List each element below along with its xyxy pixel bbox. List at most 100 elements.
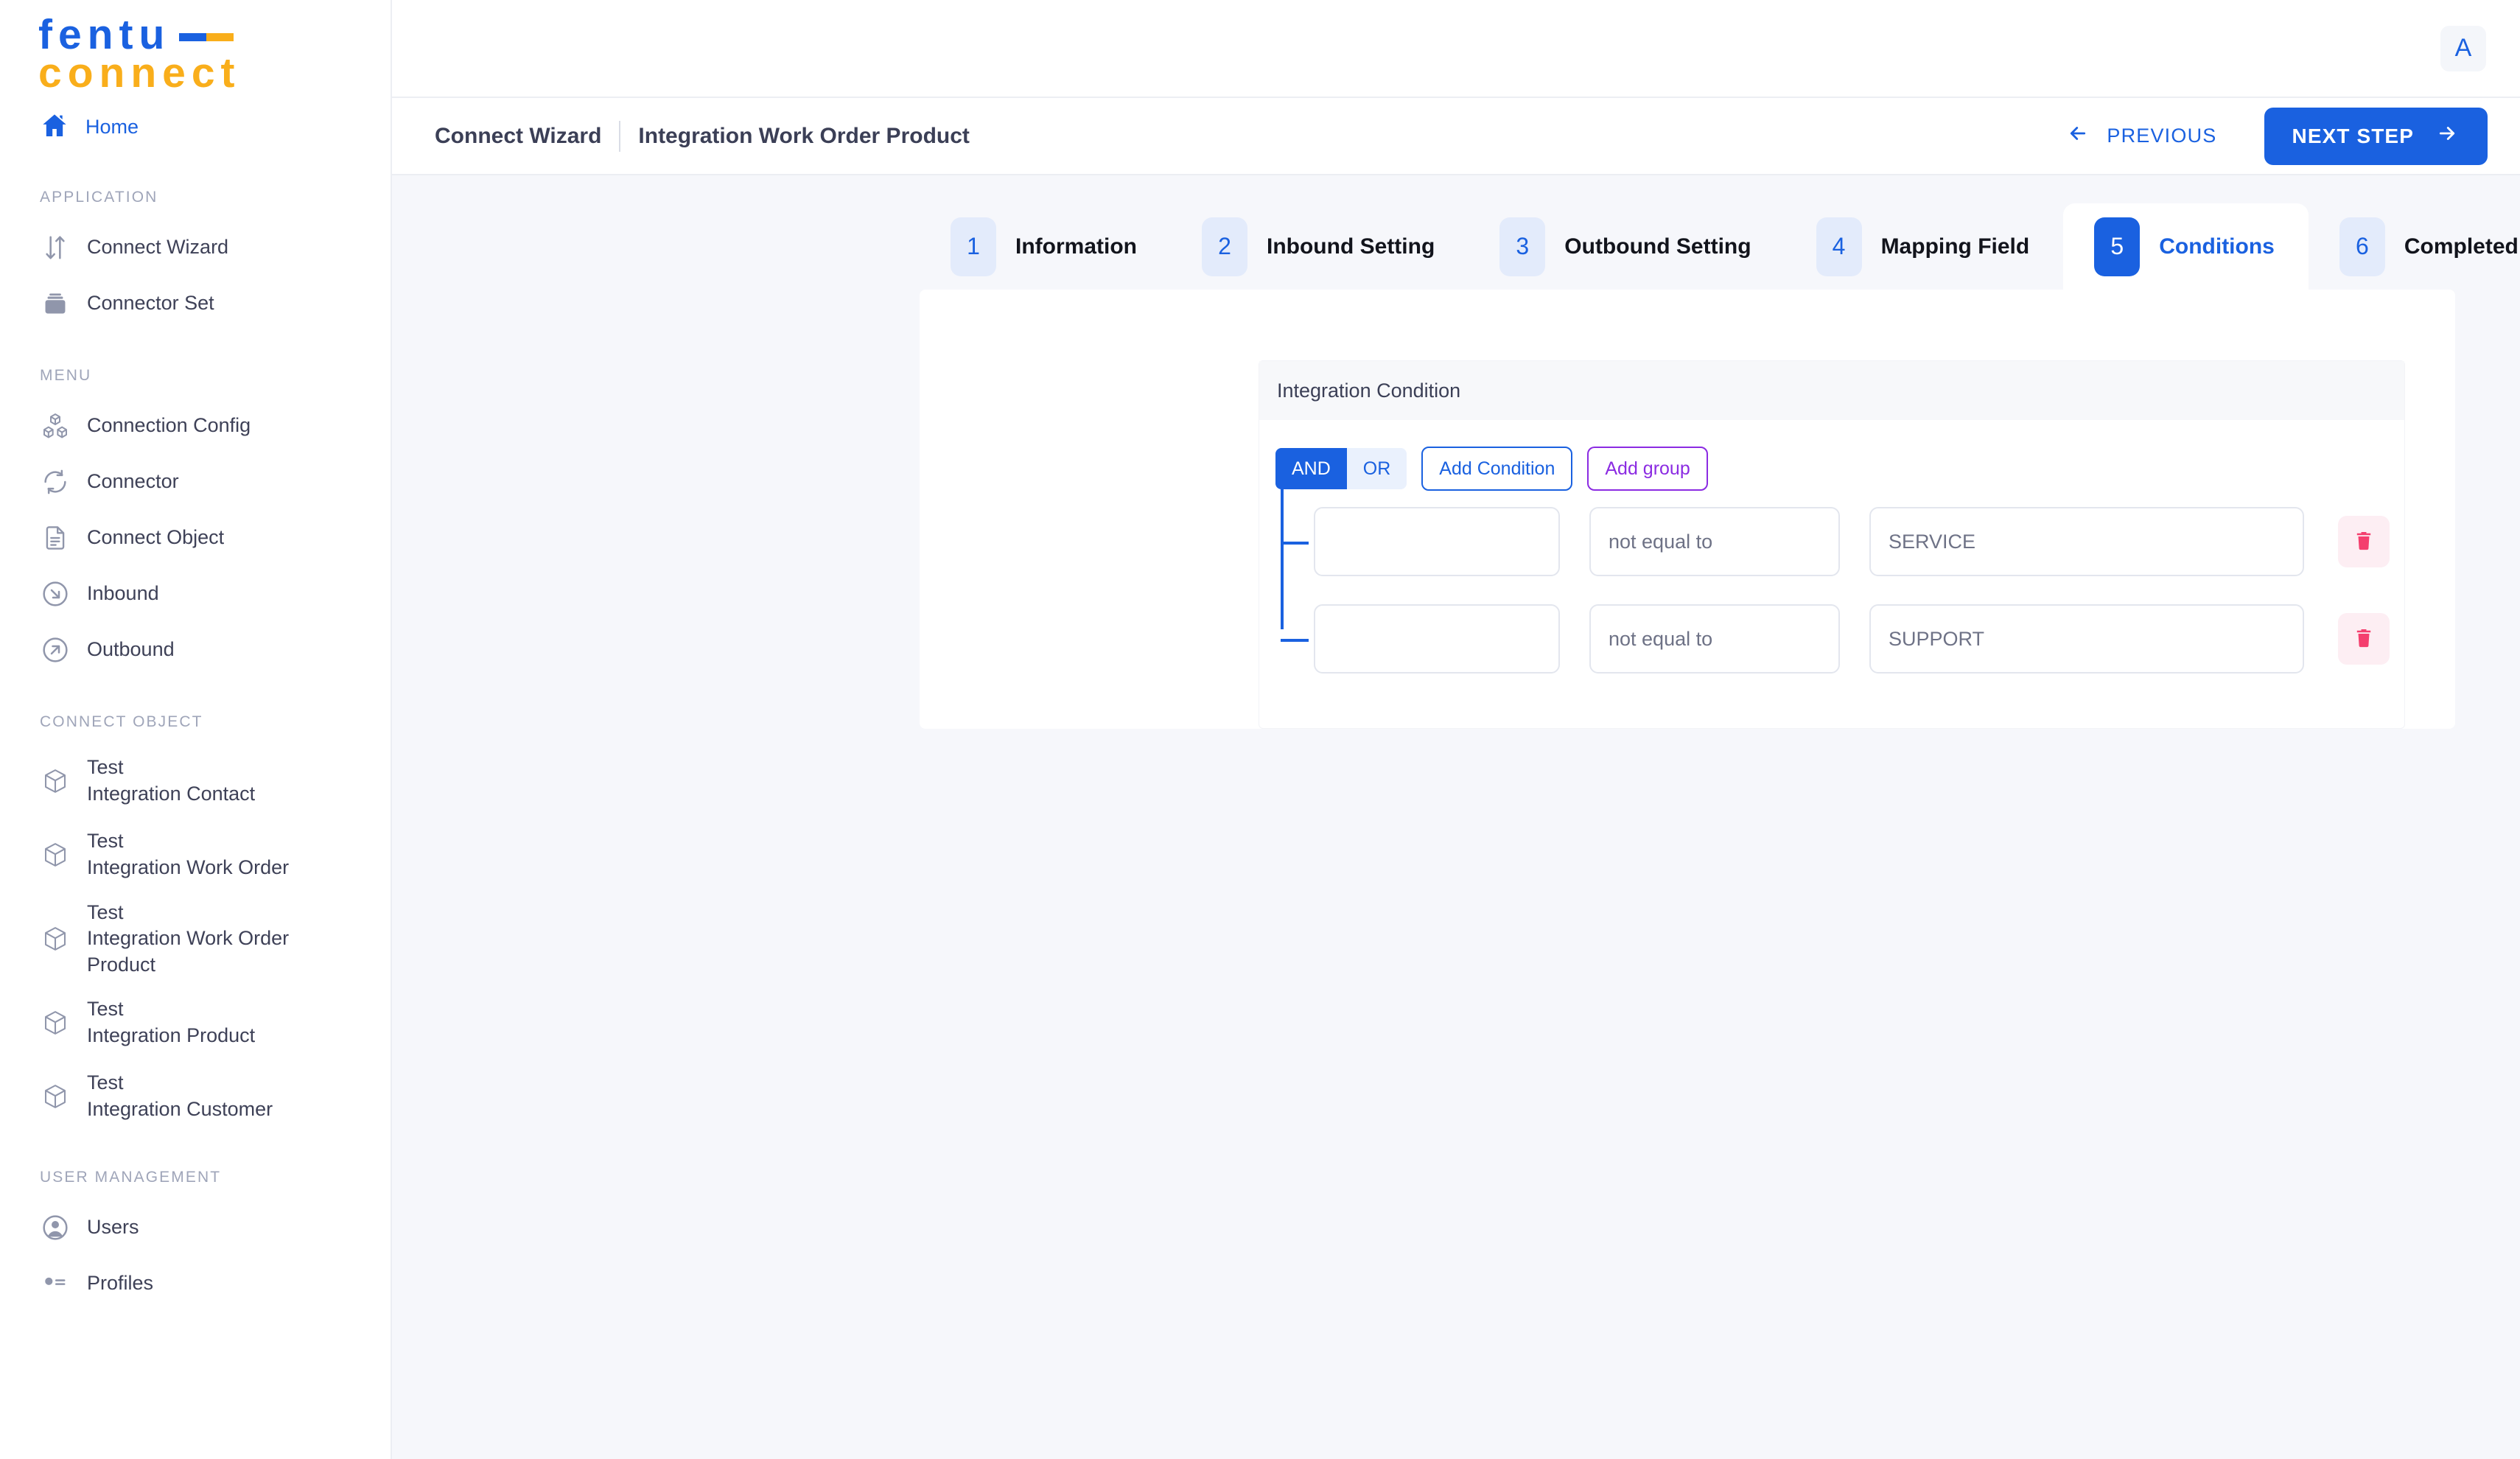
sidebar-item-connect-object-label: Connect Object [87,526,225,549]
avatar[interactable]: A [2440,25,2486,71]
sidebar-item-label-line1: Test [87,756,124,779]
condition-operator-input[interactable]: not equal to [1589,507,1840,576]
wizard-step-5-label: Conditions [2159,234,2275,259]
breadcrumb-bar: Connect Wizard Integration Work Order Pr… [392,98,2520,175]
wizard-step-5-number: 5 [2094,217,2141,276]
sidebar-item-label-line3: Product [87,953,156,976]
conditions-card: Integration Condition AND OR Add Conditi… [920,290,2455,729]
sidebar-item-connector-label: Connector [87,470,179,493]
condition-controls: AND OR Add Condition Add group [1275,447,2404,491]
condition-value-input[interactable]: SUPPORT [1869,604,2304,673]
previous-button-label: PREVIOUS [2107,125,2217,147]
previous-button[interactable]: PREVIOUS [2052,115,2230,157]
brand-logo-line2: connect [38,49,241,97]
integration-condition-panel: Integration Condition AND OR Add Conditi… [1259,360,2405,729]
logic-toggle: AND OR [1275,448,1407,489]
wizard-step-2[interactable]: 2 Inbound Setting [1171,203,1469,290]
condition-row: not equal to SERVICE [1281,501,2404,582]
sidebar-item-profiles-label: Profiles [87,1272,154,1295]
cube-icon [40,1081,71,1112]
condition-field-input[interactable] [1314,507,1560,576]
document-icon [40,522,71,553]
sidebar-item-outbound[interactable]: Outbound [0,622,391,678]
sidebar-item-connect-object[interactable]: Connect Object [0,510,391,566]
sidebar-item-test-integration-work-order-product[interactable]: Test Integration Work Order Product [0,892,391,986]
condition-operator-input[interactable]: not equal to [1589,604,1840,673]
wizard-step-4-label: Mapping Field [1880,234,2030,259]
condition-field-input[interactable] [1314,604,1560,673]
brand-dash-icon [179,32,234,41]
stack-icon [40,288,71,319]
wizard-step-2-number: 2 [1202,217,1247,276]
sidebar-item-users-label: Users [87,1216,139,1239]
sidebar-item-label-line2: Integration Work Order [87,927,290,950]
integration-condition-title: Integration Condition [1259,361,2404,420]
sidebar-item-test-integration-product[interactable]: Test Integration Product [0,986,391,1060]
sidebar-section-menu: MENU [40,367,92,384]
sidebar-item-home[interactable]: Home [0,100,391,153]
wizard-step-1-number: 1 [951,217,996,276]
sidebar-item-label-line2: Integration Customer [87,1098,273,1120]
sidebar-item-label-line1: Test [87,1071,124,1094]
wizard-step-1[interactable]: 1 Information [920,203,1171,290]
arrow-up-right-circle-icon [40,634,71,665]
transfer-arrows-icon [40,232,71,263]
sidebar-item-connection-config-label: Connection Config [87,414,251,437]
sidebar-item-connection-config[interactable]: Connection Config [0,398,391,454]
home-icon [40,111,69,144]
sidebar-item-test-integration-contact[interactable]: Test Integration Contact [0,744,391,818]
next-step-button[interactable]: NEXT STEP [2264,107,2488,165]
breadcrumb-parent[interactable]: Connect Wizard [435,124,601,149]
cube-icon [40,766,71,797]
sidebar-item-test-integration-work-order[interactable]: Test Integration Work Order [0,818,391,892]
wizard-step-6-label: Completed [2404,234,2519,259]
sidebar: fentu connect Home APPLICATION Connect W… [0,0,392,1459]
arrow-right-icon [2435,122,2460,150]
wizard-step-2-label: Inbound Setting [1267,234,1435,259]
sidebar-item-test-integration-customer[interactable]: Test Integration Customer [0,1060,391,1133]
app-root: fentu connect Home APPLICATION Connect W… [0,0,2520,1459]
wizard-step-5[interactable]: 5 Conditions [2063,203,2309,290]
wizard-step-3[interactable]: 3 Outbound Setting [1469,203,1785,290]
sidebar-item-connector-set[interactable]: Connector Set [0,276,391,332]
sidebar-item-users[interactable]: Users [0,1200,391,1256]
condition-row: not equal to SUPPORT [1281,598,2404,679]
sidebar-section-connect-object: CONNECT OBJECT [40,713,203,730]
sidebar-item-connector[interactable]: Connector [0,454,391,510]
content-area: 1 Information 2 Inbound Setting 3 Outbou… [392,175,2520,1459]
sidebar-item-connect-wizard[interactable]: Connect Wizard [0,220,391,276]
cube-icon [40,839,71,870]
condition-tree-tick [1281,639,1309,642]
wizard-step-4-number: 4 [1816,217,1862,276]
wizard-steps: 1 Information 2 Inbound Setting 3 Outbou… [392,203,2520,290]
arrow-left-icon [2065,122,2090,150]
sidebar-item-inbound[interactable]: Inbound [0,566,391,622]
sidebar-item-home-label: Home [85,115,139,138]
wizard-step-6[interactable]: 6 Completed [2309,203,2520,290]
arrow-down-right-circle-icon [40,578,71,609]
sidebar-item-label-line1: Test [87,998,124,1021]
delete-condition-button[interactable] [2338,516,2390,567]
sidebar-item-label-line2: Integration Product [87,1024,256,1046]
condition-tree-tick [1281,542,1309,545]
sidebar-item-inbound-label: Inbound [87,582,159,605]
sidebar-item-profiles[interactable]: Profiles [0,1256,391,1312]
next-step-button-label: NEXT STEP [2292,124,2414,147]
wizard-step-4[interactable]: 4 Mapping Field [1785,203,2064,290]
sidebar-item-label-line1: Test [87,830,124,853]
cube-icon [40,923,71,954]
sidebar-item-connector-set-label: Connector Set [87,292,214,315]
condition-value-input[interactable]: SERVICE [1869,507,2304,576]
wizard-step-3-number: 3 [1499,217,1546,276]
logic-or-button[interactable]: OR [1346,448,1407,489]
page-title: Integration Work Order Product [638,123,970,148]
logic-and-button[interactable]: AND [1275,448,1347,489]
brand-logo[interactable]: fentu connect [0,0,391,100]
wizard-step-1-label: Information [1015,234,1137,259]
cube-icon [40,1007,71,1038]
condition-rows: not equal to SERVICE not equal to SUPPOR… [1275,489,2404,679]
delete-condition-button[interactable] [2338,613,2390,665]
condition-builder: AND OR Add Condition Add group not equal… [1259,420,2404,679]
add-group-button[interactable]: Add group [1587,447,1708,491]
add-condition-button[interactable]: Add Condition [1421,447,1573,491]
